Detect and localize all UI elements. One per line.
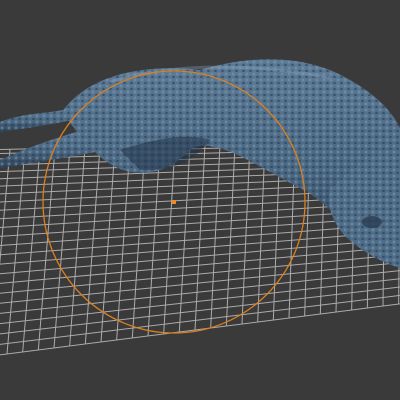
grid-line [163, 145, 176, 335]
grid-line [53, 147, 71, 349]
grid-line [147, 145, 161, 337]
grid-line [257, 143, 266, 323]
3d-viewport[interactable] [0, 0, 400, 400]
grid-line [116, 146, 131, 341]
grid-line [6, 148, 26, 355]
grid-line [0, 294, 400, 345]
viewport-scene[interactable] [0, 0, 400, 400]
grid-line [0, 149, 11, 266]
grid-line [22, 148, 41, 353]
grid-line [131, 146, 146, 339]
grid-line [241, 143, 251, 325]
grid-line [178, 145, 191, 333]
brush-pivot-icon [172, 200, 176, 204]
grid-line [210, 144, 221, 329]
grid-line [37, 148, 56, 351]
grid-line [84, 147, 101, 345]
grid-line [225, 144, 236, 327]
grid-line [69, 147, 86, 347]
grid-line [194, 144, 206, 331]
model-eye [362, 216, 382, 228]
